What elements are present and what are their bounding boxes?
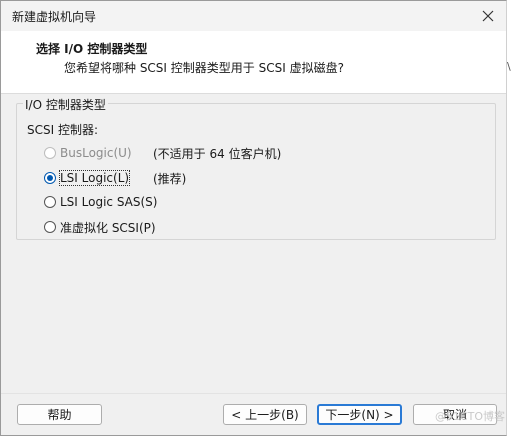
page-title: 选择 I/O 控制器类型 [36, 42, 148, 56]
back-button[interactable]: < 上一步(B) [223, 404, 307, 425]
radio-pvscsi-circle[interactable] [44, 221, 56, 233]
buslogic-note: (不适用于 64 位客户机) [153, 147, 282, 161]
lsi-logic-note: (推荐) [153, 172, 187, 186]
footer-divider [1, 393, 506, 394]
close-button[interactable] [470, 1, 506, 31]
radio-lsi-logic-sas-circle[interactable] [44, 196, 56, 208]
window-title: 新建虚拟机向导 [12, 10, 97, 24]
radio-lsi-logic-sas-label[interactable]: LSI Logic SAS(S) [60, 195, 157, 209]
watermark: @51CTO博客 [434, 410, 505, 423]
groupbox-label: I/O 控制器类型 [23, 96, 108, 113]
radio-buslogic-circle[interactable] [44, 147, 56, 159]
edge-glyph: \ [507, 60, 511, 73]
help-button[interactable]: 帮助 [17, 404, 102, 425]
wizard-header: 选择 I/O 控制器类型 您希望将哪种 SCSI 控制器类型用于 SCSI 虚拟… [1, 31, 506, 94]
next-button[interactable]: 下一步(N) > [317, 404, 402, 425]
radio-lsi-logic-sas[interactable]: LSI Logic SAS(S) [44, 193, 157, 211]
scsi-controller-label: SCSI 控制器: [27, 123, 99, 137]
page-subtitle: 您希望将哪种 SCSI 控制器类型用于 SCSI 虚拟磁盘? [64, 61, 344, 75]
radio-pvscsi[interactable]: 准虚拟化 SCSI(P) [44, 218, 156, 236]
radio-pvscsi-label[interactable]: 准虚拟化 SCSI(P) [60, 219, 156, 236]
radio-lsi-logic-circle[interactable] [44, 172, 56, 184]
wizard-window: 新建虚拟机向导 选择 I/O 控制器类型 您希望将哪种 SCSI 控制器类型用于… [0, 0, 507, 436]
close-icon [482, 10, 494, 22]
radio-buslogic-label[interactable]: BusLogic(U) [60, 146, 132, 160]
radio-lsi-logic-label[interactable]: LSI Logic(L) [58, 170, 131, 186]
radio-buslogic[interactable]: BusLogic(U) [44, 144, 132, 162]
radio-lsi-logic[interactable]: LSI Logic(L) [44, 169, 131, 187]
title-bar: 新建虚拟机向导 [1, 1, 506, 31]
